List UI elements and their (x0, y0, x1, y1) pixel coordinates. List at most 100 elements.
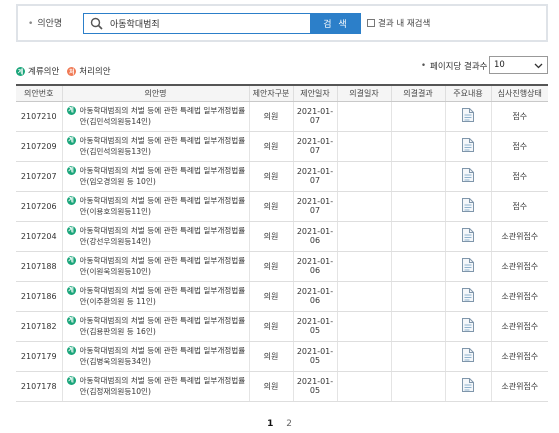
vote-date (336, 311, 391, 342)
proposer-type: 의원 (248, 281, 293, 312)
proposal-date: 2021-01-06 (292, 251, 337, 282)
document-icon[interactable] (461, 227, 475, 245)
bill-table: 의안번호 의안명 제안자구분 제안일자 의결일자 의결결과 주요내용 심사진행상… (16, 84, 548, 402)
per-page-select[interactable]: 10 (489, 56, 548, 74)
bill-number: 2107210 (16, 101, 62, 132)
document-icon[interactable] (461, 197, 475, 215)
header-proposal-date[interactable]: 제안일자 (292, 85, 337, 102)
table-row: 2107178 계 아동학대범죄의 처벌 등에 관한 특례법 일부개정법률안(김정재… (16, 371, 548, 402)
header-proposer[interactable]: 제안자구분 (248, 85, 293, 102)
document-icon[interactable] (461, 377, 475, 395)
vote-date (336, 221, 391, 252)
header-summary[interactable]: 주요내용 (444, 85, 491, 102)
proposal-date: 2021-01-06 (292, 221, 337, 252)
proposer-type: 의원 (248, 131, 293, 162)
bill-name-link[interactable]: 아동학대범죄의 처벌 등에 관한 특례법 일부개정법률안(이용호의원등11인) (80, 195, 249, 217)
bill-number: 2107178 (16, 371, 62, 402)
table-row: 2107186 계 아동학대범죄의 처벌 등에 관한 특례법 일부개정법률안(이주환… (16, 281, 548, 312)
document-icon[interactable] (461, 347, 475, 365)
header-status[interactable]: 심사진행상태 (490, 85, 548, 102)
per-page-label-text: 페이지당 결과수 (430, 62, 488, 72)
header-vote-date[interactable]: 의결일자 (336, 85, 391, 102)
bill-name-cell: 계 아동학대범죄의 처벌 등에 관한 특례법 일부개정법률안(이용호의원등11인) (61, 191, 249, 222)
bill-name-cell: 계 아동학대범죄의 처벌 등에 관한 특례법 일부개정법률안(김민석의원등13인) (61, 131, 249, 162)
document-icon[interactable] (461, 107, 475, 125)
search-within-checkbox[interactable] (367, 19, 375, 27)
vote-result (390, 281, 445, 312)
pending-badge-icon: 계 (66, 136, 76, 145)
vote-result (390, 131, 445, 162)
table-row: 2107179 계 아동학대범죄의 처벌 등에 관한 특례법 일부개정법률안(김병욱… (16, 341, 548, 372)
document-icon[interactable] (461, 167, 475, 185)
bill-number: 2107188 (16, 251, 62, 282)
proposal-date: 2021-01-07 (292, 131, 337, 162)
pending-badge-icon: 계 (66, 256, 76, 265)
document-icon[interactable] (461, 317, 475, 335)
bill-name-link[interactable]: 아동학대범죄의 처벌 등에 관한 특례법 일부개정법률안(이주환의원 등 11인… (80, 285, 249, 307)
pending-badge-icon: 계 (66, 286, 76, 295)
bill-name-link[interactable]: 아동학대범죄의 처벌 등에 관한 특례법 일부개정법률안(김정재의원등10인) (80, 375, 249, 397)
table-row: 2107207 계 아동학대범죄의 처벌 등에 관한 특례법 일부개정법률안(임오경… (16, 161, 548, 192)
legend-pending: 계 계류의안 (16, 65, 59, 77)
proposal-date: 2021-01-05 (292, 341, 337, 372)
vote-date (336, 341, 391, 372)
bill-name-link[interactable]: 아동학대범죄의 처벌 등에 관한 특례법 일부개정법률안(김용판의원 등 16인… (80, 315, 249, 337)
chevron-down-icon (534, 63, 543, 69)
bill-name-cell: 계 아동학대범죄의 처벌 등에 관한 특례법 일부개정법률안(이주환의원 등 11… (61, 281, 249, 312)
header-bill-no[interactable]: 의안번호 (16, 85, 62, 102)
summary-cell (444, 251, 491, 282)
legend-pending-label: 계류의안 (28, 67, 60, 77)
per-page-value: 10 (494, 60, 505, 70)
header-vote-result[interactable]: 의결결과 (390, 85, 445, 102)
bill-number: 2107186 (16, 281, 62, 312)
summary-cell (444, 311, 491, 342)
header-bill-name[interactable]: 의안명 (61, 85, 249, 102)
proposer-type: 의원 (248, 371, 293, 402)
summary-cell (444, 341, 491, 372)
review-status: 소관위접수 (490, 311, 548, 342)
bill-name-cell: 계 아동학대범죄의 처벌 등에 관한 특례법 일부개정법률안(이원욱의원등10인) (61, 251, 249, 282)
bill-name-link[interactable]: 아동학대범죄의 처벌 등에 관한 특례법 일부개정법률안(임오경의원 등 10인… (80, 165, 249, 187)
table-row: 2107188 계 아동학대범죄의 처벌 등에 관한 특례법 일부개정법률안(이원욱… (16, 251, 548, 282)
pending-badge-icon: 계 (66, 316, 76, 325)
page-1-link[interactable]: 1 (267, 419, 273, 429)
vote-date (336, 281, 391, 312)
vote-date (336, 191, 391, 222)
table-row: 2107182 계 아동학대범죄의 처벌 등에 관한 특례법 일부개정법률안(김용판… (16, 311, 548, 342)
legend-processed-label: 처리의안 (79, 67, 111, 77)
bill-name-link[interactable]: 아동학대범죄의 처벌 등에 관한 특례법 일부개정법률안(이원욱의원등10인) (80, 255, 249, 277)
per-page-label: • 페이지당 결과수 (421, 61, 488, 72)
bill-name-cell: 계 아동학대범죄의 처벌 등에 관한 특례법 일부개정법률안(강선우의원등14인) (61, 221, 249, 252)
vote-result (390, 251, 445, 282)
search-button[interactable]: 검 색 (311, 13, 361, 34)
legend: 계 계류의안 처 처리의안 (16, 65, 119, 77)
bill-name-link[interactable]: 아동학대범죄의 처벌 등에 관한 특례법 일부개정법률안(김민석의원등13인) (80, 135, 249, 157)
document-icon[interactable] (461, 137, 475, 155)
search-within-label: 결과 내 재검색 (378, 19, 431, 29)
vote-result (390, 101, 445, 132)
summary-cell (444, 191, 491, 222)
bill-name-cell: 계 아동학대범죄의 처벌 등에 관한 특례법 일부개정법률안(김민석의원등14인) (61, 101, 249, 132)
pending-badge-icon: 계 (66, 226, 76, 235)
pending-badge-icon: 계 (66, 106, 76, 115)
search-panel: •의안명 검 색 결과 내 재검색 (16, 4, 548, 42)
search-input[interactable] (110, 16, 305, 31)
vote-date (336, 371, 391, 402)
document-icon[interactable] (461, 287, 475, 305)
vote-result (390, 371, 445, 402)
document-icon[interactable] (461, 257, 475, 275)
page-2-link[interactable]: 2 (286, 419, 292, 429)
review-status: 접수 (490, 161, 548, 192)
summary-cell (444, 221, 491, 252)
bill-name-link[interactable]: 아동학대범죄의 처벌 등에 관한 특례법 일부개정법률안(김민석의원등14인) (80, 105, 249, 127)
table-row: 2107206 계 아동학대범죄의 처벌 등에 관한 특례법 일부개정법률안(이용호… (16, 191, 548, 222)
search-within-results[interactable]: 결과 내 재검색 (367, 17, 430, 29)
proposer-type: 의원 (248, 251, 293, 282)
bill-name-link[interactable]: 아동학대범죄의 처벌 등에 관한 특례법 일부개정법률안(김병욱의원등34인) (80, 345, 249, 367)
bill-number: 2107209 (16, 131, 62, 162)
review-status: 접수 (490, 131, 548, 162)
table-header-row: 의안번호 의안명 제안자구분 제안일자 의결일자 의결결과 주요내용 심사진행상… (16, 85, 548, 102)
bill-name-link[interactable]: 아동학대범죄의 처벌 등에 관한 특례법 일부개정법률안(강선우의원등14인) (80, 225, 249, 247)
bill-name-cell: 계 아동학대범죄의 처벌 등에 관한 특례법 일부개정법률안(김정재의원등10인) (61, 371, 249, 402)
search-field[interactable] (83, 13, 311, 34)
